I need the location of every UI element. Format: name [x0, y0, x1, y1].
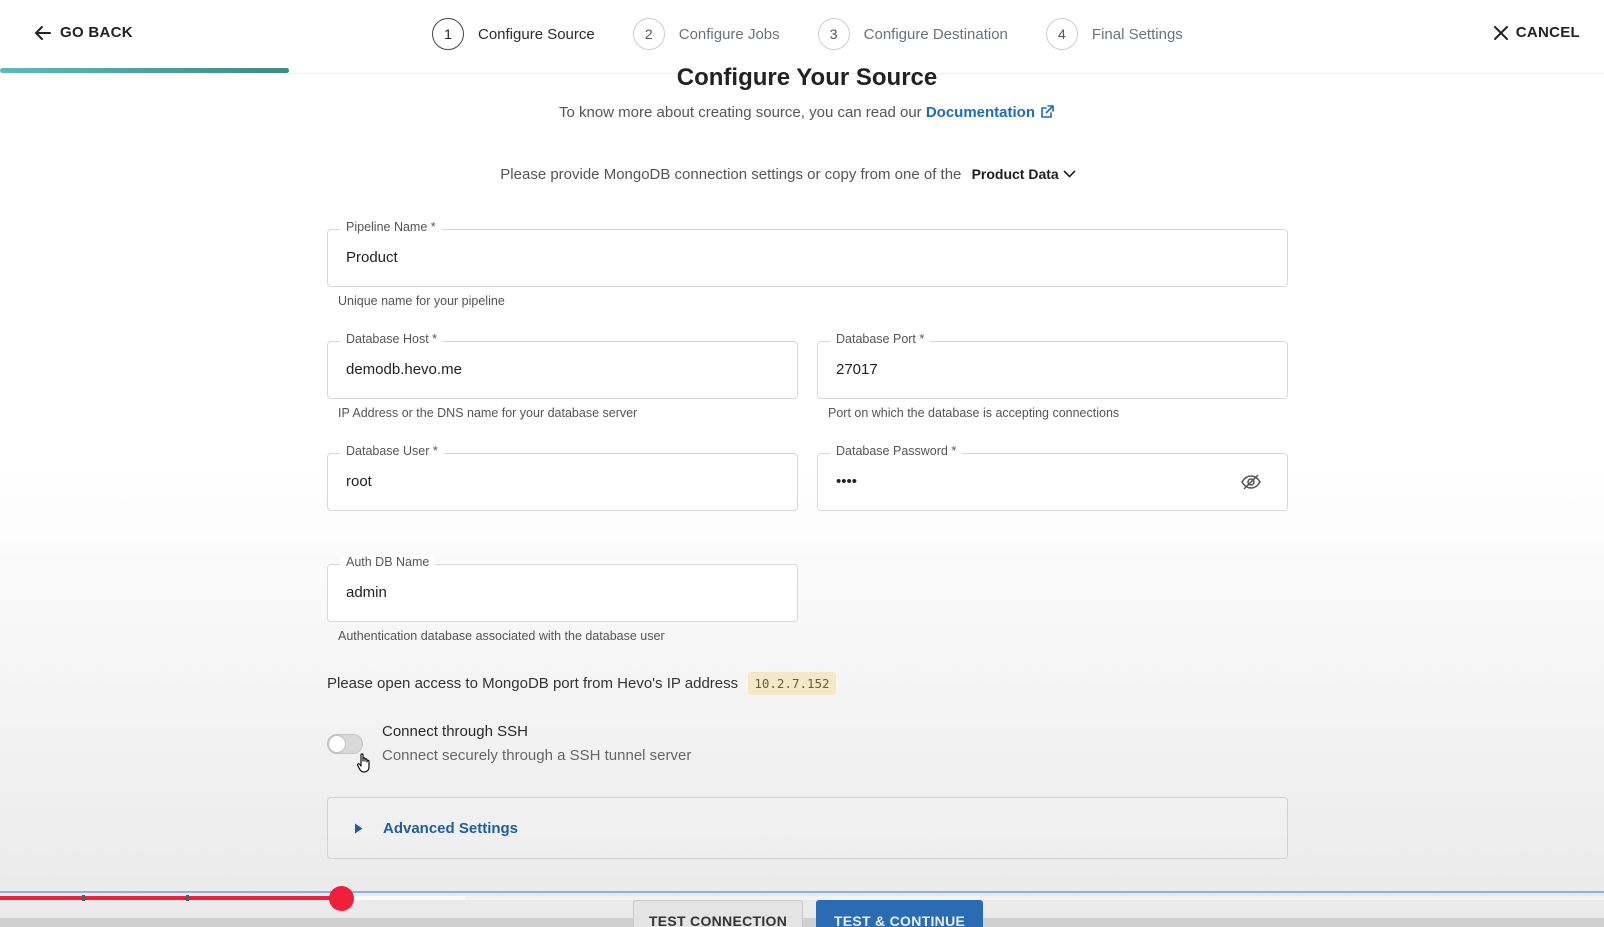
page-subtitle: To know more about creating source, you … [0, 104, 1604, 121]
pipeline-name-field[interactable]: Pipeline Name * [327, 220, 1288, 287]
ssh-title: Connect through SSH [382, 723, 528, 740]
ip-access-text: Please open access to MongoDB port from … [327, 675, 739, 692]
toggle-knob [329, 736, 345, 752]
advanced-settings-label: Advanced Settings [383, 820, 519, 837]
chapter-marker [186, 895, 189, 901]
cancel-label: CANCEL [1515, 24, 1580, 41]
copy-settings-text: Please provide MongoDB connection settin… [500, 166, 962, 183]
step-configure-jobs[interactable]: 2 Configure Jobs [632, 18, 780, 50]
copy-settings-line: Please provide MongoDB connection settin… [0, 166, 1576, 183]
video-played-bar [0, 896, 337, 900]
database-password-input[interactable] [836, 473, 1212, 490]
copy-source-dropdown[interactable]: Product Data [972, 166, 1076, 182]
overlay-line [0, 891, 1604, 893]
auth-db-name-field[interactable]: Auth DB Name [327, 555, 798, 622]
database-user-field[interactable]: Database User * [327, 444, 798, 511]
auth-db-name-hint: Authentication database associated with … [338, 629, 665, 643]
hand-cursor-icon [357, 753, 370, 773]
advanced-settings-panel[interactable]: Advanced Settings [327, 797, 1288, 859]
database-host-field[interactable]: Database Host * [327, 332, 798, 399]
external-link-icon [1041, 105, 1054, 118]
database-port-hint: Port on which the database is accepting … [828, 406, 1120, 420]
chevron-down-icon [1063, 170, 1076, 178]
copy-source-selected: Product Data [971, 166, 1059, 182]
go-back-button[interactable]: GO BACK [34, 24, 133, 41]
test-connection-button[interactable]: TEST CONNECTION [633, 900, 803, 927]
ssh-subtitle: Connect securely through a SSH tunnel se… [382, 747, 692, 764]
close-icon [1493, 25, 1508, 40]
ip-access-note: Please open access to MongoDB port from … [327, 672, 836, 695]
pipeline-name-label: Pipeline Name * [340, 220, 442, 234]
video-scrubber-handle[interactable] [329, 886, 354, 911]
database-password-label: Database Password * [830, 444, 963, 458]
go-back-label: GO BACK [60, 24, 133, 41]
pipeline-name-hint: Unique name for your pipeline [338, 294, 505, 308]
documentation-link[interactable]: Documentation [926, 104, 1055, 121]
database-user-input[interactable] [346, 473, 722, 490]
arrow-left-icon [35, 25, 51, 40]
step-label: Configure Destination [863, 25, 1008, 43]
page-title: Configure Your Source [676, 64, 938, 91]
step-final-settings[interactable]: 4 Final Settings [1045, 18, 1183, 50]
eye-slash-icon[interactable] [1241, 473, 1261, 496]
step-number: 4 [1045, 18, 1078, 50]
chapter-marker [82, 895, 85, 901]
database-port-input[interactable] [836, 361, 1212, 378]
wizard-header: GO BACK 1 Configure Source 2 Configure J… [0, 0, 1604, 74]
step-label: Configure Jobs [678, 25, 780, 43]
database-host-input[interactable] [346, 361, 722, 378]
pipeline-name-input[interactable] [346, 249, 1114, 266]
cancel-button[interactable]: CANCEL [1493, 24, 1580, 41]
step-configure-source[interactable]: 1 Configure Source [432, 18, 595, 50]
documentation-link-label: Documentation [925, 104, 1036, 121]
step-number: 1 [432, 18, 464, 50]
step-number: 3 [817, 18, 850, 50]
caret-right-icon [355, 823, 363, 834]
database-host-hint: IP Address or the DNS name for your data… [338, 406, 638, 420]
auth-db-name-label: Auth DB Name [340, 555, 436, 569]
step-label: Final Settings [1091, 25, 1183, 43]
database-port-label: Database Port * [830, 332, 931, 346]
ssh-toggle[interactable] [327, 734, 363, 754]
database-user-label: Database User * [340, 444, 444, 458]
step-label: Configure Source [478, 25, 595, 43]
step-number: 2 [632, 18, 665, 50]
test-continue-button[interactable]: TEST & CONTINUE [816, 900, 983, 927]
database-port-field[interactable]: Database Port * [817, 332, 1288, 399]
database-host-label: Database Host * [340, 332, 444, 346]
auth-db-name-input[interactable] [346, 584, 722, 601]
wizard-steps: 1 Configure Source 2 Configure Jobs 3 Co… [432, 18, 1221, 50]
ip-address-badge[interactable]: 10.2.7.152 [748, 672, 836, 695]
step-configure-destination[interactable]: 3 Configure Destination [817, 18, 1008, 50]
subtitle-text: To know more about creating source, you … [558, 104, 922, 121]
database-password-field[interactable]: Database Password * [817, 444, 1288, 511]
